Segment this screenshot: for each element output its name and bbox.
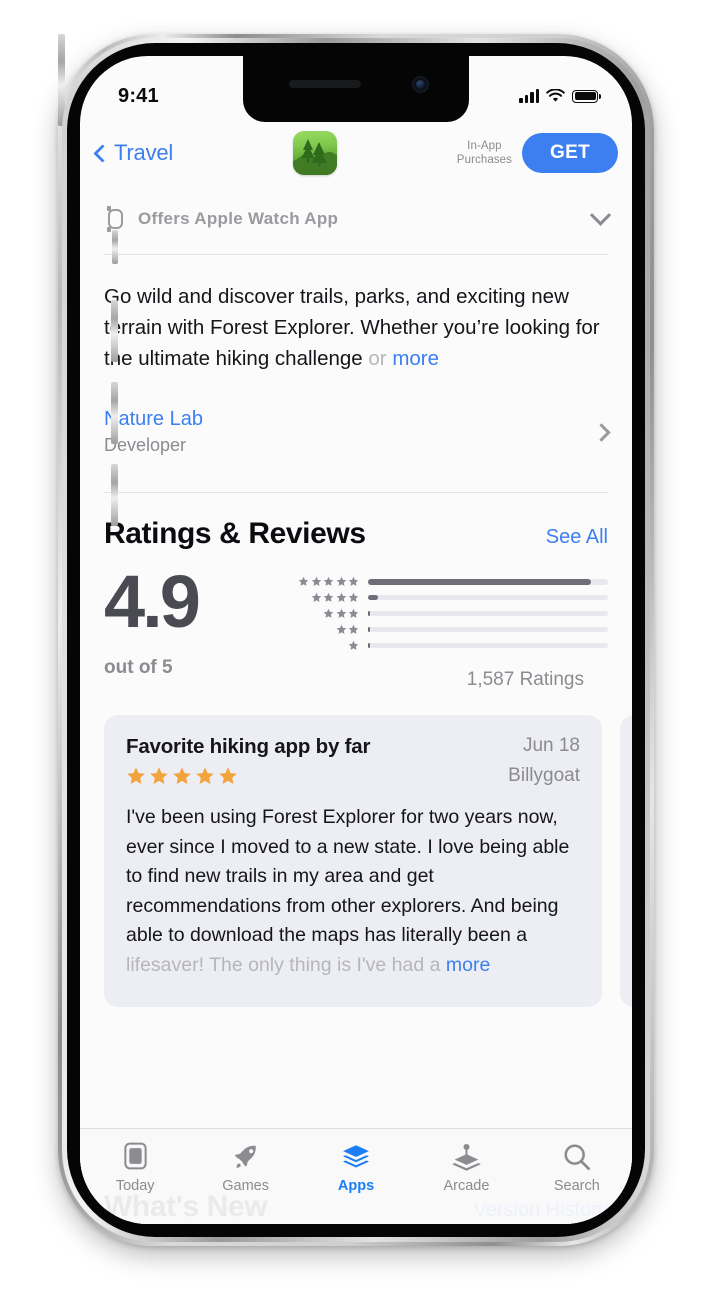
histogram-bar-fill [368, 611, 371, 616]
histogram-stars [275, 592, 359, 603]
chevron-left-icon [93, 143, 112, 163]
histogram-stars [275, 608, 359, 619]
status-clock: 9:41 [118, 84, 159, 107]
description-more-link[interactable]: more [392, 347, 439, 370]
developer-role: Developer [104, 435, 187, 455]
histogram-bar-fill [368, 627, 371, 632]
today-card-icon [122, 1141, 149, 1171]
review-date: Jun 18 [522, 735, 580, 756]
review-body-faded: lifesaver! The only thing is I've had a [126, 953, 441, 976]
in-app-line-2: Purchases [456, 154, 513, 166]
tab-arcade[interactable]: Arcade [411, 1141, 521, 1194]
histogram-stars [275, 624, 359, 635]
magnifier-icon [562, 1141, 591, 1171]
app-description: Go wild and discover trails, parks, and … [80, 255, 632, 380]
tab-label: Today [115, 1178, 155, 1194]
offers-apple-watch-label: Offers Apple Watch App [138, 209, 339, 228]
cellular-bars-icon [519, 89, 539, 103]
developer-name: Nature Lab [104, 408, 203, 430]
histogram-bar-fill [368, 643, 371, 648]
chevron-right-icon [592, 422, 611, 442]
average-rating-value: 4.9 [104, 560, 201, 643]
wifi-icon [546, 89, 565, 102]
offers-apple-watch-row[interactable]: Offers Apple Watch App [80, 184, 632, 254]
in-app-purchases-note: In-App Purchases [457, 139, 512, 167]
ratings-summary: 4.9 out of 5 1,587 Ratings [80, 551, 632, 691]
histogram-bar-fill [368, 595, 378, 600]
tab-bar: Today Games Apps Arcade Search [80, 1128, 632, 1224]
status-indicators [519, 89, 601, 103]
app-description-faded: or [368, 347, 387, 370]
histogram-bar-track [368, 643, 608, 648]
tab-label: Games [222, 1178, 269, 1194]
histogram-row [275, 575, 608, 588]
histogram-stars [275, 576, 359, 587]
review-card[interactable]: Favorite hiking app by far Jun 18 Billyg… [104, 715, 602, 1007]
reviews-carousel[interactable]: Favorite hiking app by far Jun 18 Billyg… [80, 715, 632, 1007]
tab-label: Arcade [443, 1178, 490, 1194]
app-description-text: Go wild and discover trails, parks, and … [104, 285, 600, 370]
apple-watch-icon [104, 206, 124, 232]
developer-row[interactable]: Nature Lab Developer [80, 380, 632, 492]
earpiece-speaker-icon [289, 80, 361, 88]
histogram-row [275, 623, 608, 636]
screenshot-stage: 9:41 Travel In-App Purchases GET Offers … [0, 0, 712, 1308]
histogram-row [275, 639, 608, 652]
ratings-histogram [275, 565, 608, 652]
rating-score-block: 4.9 out of 5 [104, 565, 259, 679]
get-button[interactable]: GET [522, 133, 618, 173]
ratings-count-label: 1,587 Ratings [466, 669, 584, 690]
histogram-bar-track [368, 595, 608, 600]
review-author: Billygoat [508, 765, 580, 786]
back-button-label: Travel [114, 140, 174, 165]
histogram-stars [275, 640, 359, 651]
app-detail-scroll[interactable]: Offers Apple Watch App Go wild and disco… [80, 184, 632, 1224]
front-camera-icon [412, 76, 429, 93]
review-star-rating [126, 766, 238, 786]
histogram-bar-track [368, 611, 608, 616]
joystick-icon [452, 1141, 481, 1171]
review-title: Favorite hiking app by far [126, 735, 371, 758]
display-notch [243, 56, 469, 122]
page-title: Ratings & Reviews [104, 517, 366, 550]
tab-games[interactable]: Games [190, 1141, 300, 1194]
tab-apps[interactable]: Apps [301, 1141, 411, 1194]
in-app-line-1: In-App [467, 140, 502, 152]
histogram-bar-track [368, 627, 608, 632]
back-button[interactable]: Travel [93, 140, 174, 166]
battery-full-icon [572, 89, 601, 103]
tab-label: Apps [337, 1178, 375, 1194]
navigation-bar: Travel In-App Purchases GET [80, 122, 632, 184]
tab-today[interactable]: Today [80, 1141, 190, 1194]
histogram-row [275, 607, 608, 620]
out-of-label: out of 5 [104, 657, 173, 678]
review-body-text: I've been using Forest Explorer for two … [126, 806, 570, 946]
tab-label: Search [553, 1178, 600, 1194]
forest-app-icon[interactable] [292, 131, 337, 175]
app-stack-icon [341, 1141, 371, 1171]
volume-up-button[interactable] [111, 300, 118, 362]
review-body: I've been using Forest Explorer for two … [126, 803, 580, 980]
volume-down-button[interactable] [111, 382, 118, 444]
histogram-row [275, 591, 608, 604]
mute-switch[interactable] [112, 230, 118, 264]
rocket-icon [231, 1141, 260, 1171]
histogram-bar-fill [368, 578, 592, 585]
chevron-down-icon[interactable] [589, 204, 612, 226]
histogram-bar-track [368, 578, 608, 585]
side-button-lower[interactable] [111, 464, 118, 526]
ratings-section-header: Ratings & Reviews See All [80, 493, 632, 551]
review-card-next[interactable] [620, 715, 632, 1007]
review-more-link[interactable]: more [446, 954, 490, 976]
phone-screen: 9:41 Travel In-App Purchases GET Offers … [80, 56, 632, 1224]
see-all-link[interactable]: See All [546, 526, 608, 549]
phone-frame: 9:41 Travel In-App Purchases GET Offers … [58, 34, 654, 1246]
tab-search[interactable]: Search [522, 1141, 632, 1194]
